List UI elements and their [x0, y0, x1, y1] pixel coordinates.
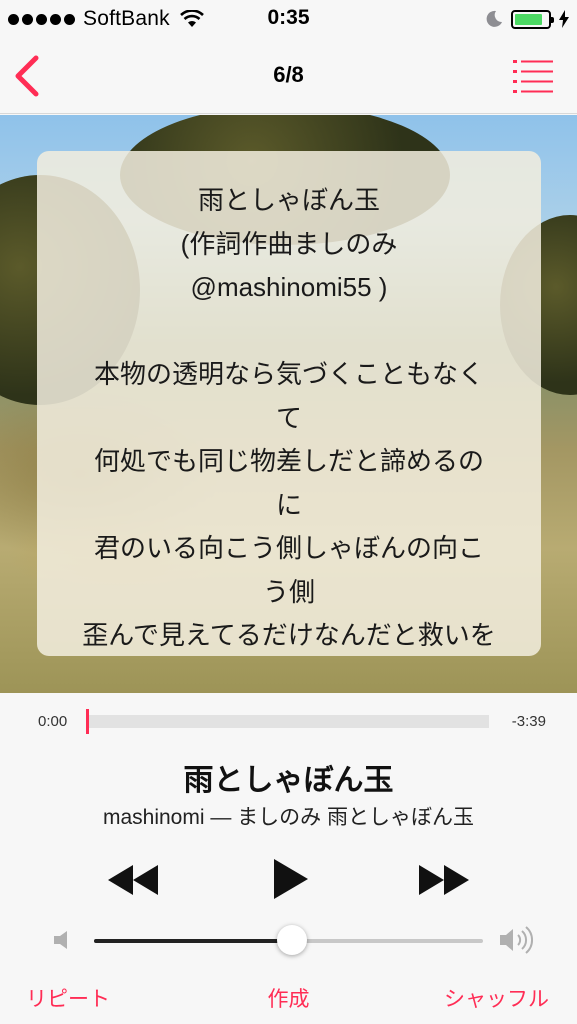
lyrics-line: 本物の透明なら気づくこともなく [93, 359, 484, 389]
scrubber-head[interactable] [86, 709, 89, 734]
lyrics-line: (作詞作曲ましのみ [180, 228, 398, 259]
play-icon[interactable] [272, 857, 310, 901]
player-controls: 0:00 -3:39 雨としゃぼん玉 mashinomi — ましのみ 雨としゃ… [0, 693, 577, 1024]
track-position: 6/8 [273, 62, 304, 87]
create-button[interactable]: 作成 [268, 983, 310, 1013]
album-artwork: 雨としゃぼん玉 (作詞作曲ましのみ @mashinomi55 ) 本物の透明なら気づく… [0, 115, 577, 693]
lyrics-panel[interactable]: 雨としゃぼん玉 (作詞作曲ましのみ @mashinomi55 ) 本物の透明なら気づく… [37, 151, 541, 656]
battery-icon [511, 9, 554, 29]
volume-slider[interactable] [94, 925, 483, 955]
volume-fill [94, 939, 293, 943]
lyrics-line: 何処でも同じ物差しだと諦めるの [93, 446, 484, 476]
rewind-icon[interactable] [106, 863, 160, 897]
volume-low-icon [54, 931, 67, 949]
volume-high-icon [500, 926, 533, 954]
lyrics-line: 歪んで見えてるだけなんだと救いを [82, 620, 496, 650]
lyrics-line: て [275, 402, 302, 433]
lyrics-line: @mashinomi55 ) [190, 272, 388, 302]
lyrics-line: 雨としゃぼん玉 [197, 185, 380, 215]
lyrics-line [37, 310, 541, 354]
remaining-time: -3:39 [511, 713, 546, 730]
artist-album: mashinomi — ましのみ 雨としゃぼん玉 [102, 806, 475, 829]
shuffle-button[interactable]: シャッフル [444, 983, 549, 1013]
lyrics-line: う側 [262, 576, 315, 607]
list-icon[interactable] [513, 58, 553, 94]
volume-knob[interactable] [277, 925, 308, 955]
battery-level [515, 13, 543, 25]
nav-bar: 6/8 [0, 38, 577, 114]
status-bar: SoftBank 0:35 [0, 0, 577, 38]
fast-forward-icon[interactable] [417, 863, 471, 897]
progress-scrubber[interactable] [86, 709, 489, 734]
song-title: 雨としゃぼん玉 [183, 764, 394, 797]
lyrics-line: 君のいる向こう側しゃぼんの向こ [93, 533, 484, 563]
status-right [485, 7, 569, 31]
elapsed-time: 0:00 [38, 713, 68, 730]
moon-icon [486, 10, 502, 27]
lyrics-line: に [275, 489, 302, 520]
charging-bolt-icon [559, 10, 569, 28]
